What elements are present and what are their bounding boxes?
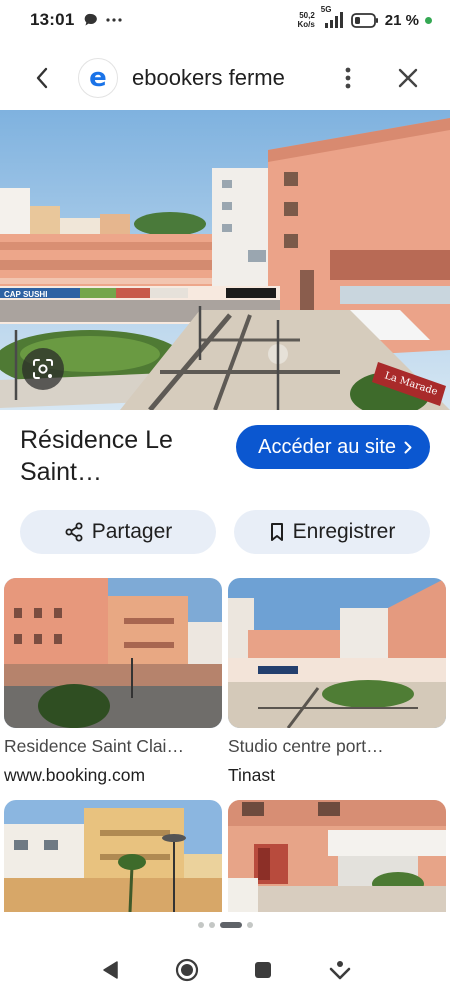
signal-icon: [324, 11, 343, 28]
nav-assistant-button[interactable]: [320, 950, 360, 990]
chat-bubble-icon: [85, 13, 98, 26]
back-button[interactable]: [24, 60, 60, 96]
more-dots-icon: [106, 18, 123, 22]
visit-site-button[interactable]: Accéder au site: [236, 425, 430, 469]
result-thumbnail[interactable]: [4, 578, 222, 728]
result-title: Residence Saint Clai…: [4, 736, 184, 756]
nav-down-icon: [329, 961, 351, 980]
page-indicator: [0, 922, 450, 928]
charging-dot: [425, 16, 432, 24]
close-icon: [398, 68, 418, 88]
battery-icon: [350, 12, 378, 28]
nav-back-icon: [103, 961, 118, 979]
signal-indicator: 5G: [320, 4, 345, 33]
share-label: Partager: [91, 520, 173, 543]
result-source: Tinast: [228, 765, 276, 785]
shop-sign-text: CAP SUSHI: [4, 290, 47, 299]
result-thumbnail[interactable]: [228, 800, 446, 912]
battery-percent: 21 %: [384, 11, 419, 29]
header: e ebookers ferme: [0, 50, 450, 106]
bookmark-icon: [270, 523, 283, 541]
share-button[interactable]: Partager: [20, 510, 216, 554]
nav-back-button[interactable]: [90, 950, 130, 990]
status-time: 13:01: [30, 10, 75, 29]
network-type: 5G: [320, 4, 332, 14]
page-dot: [208, 922, 215, 928]
title-row: Résidence Le Saint… Accéder au site: [0, 424, 450, 488]
status-bar: 13:01 50,2 Ko/s 5G 21 %: [0, 0, 450, 40]
page-dot-active: [219, 922, 242, 928]
lens-icon: [33, 359, 53, 379]
system-nav-bar: [0, 940, 450, 1000]
close-button[interactable]: [390, 60, 426, 96]
nav-recents-button[interactable]: [243, 950, 283, 990]
hero-image[interactable]: CAP SUSHI La Marade: [0, 110, 450, 410]
more-options-button[interactable]: [330, 60, 366, 96]
nav-home-button[interactable]: [167, 950, 207, 990]
result-thumbnail[interactable]: [228, 578, 446, 728]
header-title: ebookers ferme: [132, 65, 285, 90]
net-speed: 50,2 Ko/s: [297, 11, 315, 29]
action-row: Partager Enregistrer: [20, 510, 430, 554]
share-icon: [65, 522, 83, 542]
result-card[interactable]: Residence Saint Clai… www.booking.com: [4, 578, 222, 786]
result-source: www.booking.com: [4, 765, 146, 785]
visit-site-label: Accéder au site: [258, 435, 396, 458]
hero-photo: CAP SUSHI La Marade: [0, 110, 450, 410]
place-title: Résidence Le Saint…: [20, 426, 173, 486]
more-vert-icon: [345, 67, 351, 89]
nav-home-icon: [175, 958, 198, 982]
result-title: Studio centre port…: [228, 736, 384, 756]
back-arrow-icon: [36, 67, 48, 89]
chevron-right-icon: [404, 441, 412, 453]
save-button[interactable]: Enregistrer: [234, 510, 430, 554]
site-logo: e: [78, 58, 118, 98]
lens-button[interactable]: [22, 348, 64, 390]
page-dot: [197, 922, 204, 928]
result-card[interactable]: Studio centre port… Tinast: [228, 578, 446, 786]
page-dot: [246, 922, 253, 928]
nav-recents-icon: [255, 962, 272, 978]
result-thumbnail[interactable]: [4, 800, 222, 912]
save-label: Enregistrer: [292, 520, 396, 543]
